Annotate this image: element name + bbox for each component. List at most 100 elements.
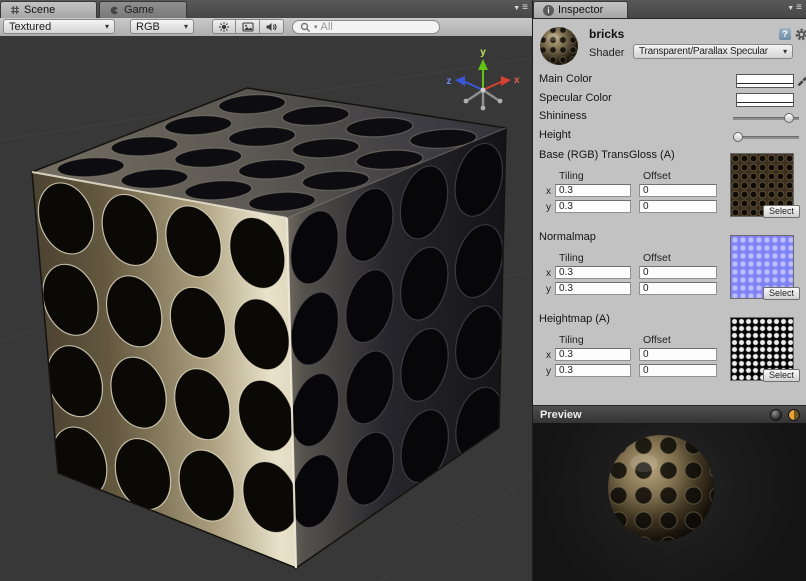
scene-canvas[interactable]: y x z <box>0 36 532 581</box>
height-offset-x-input[interactable] <box>639 348 717 361</box>
material-preview-area[interactable]: + <box>533 423 806 581</box>
gizmo-negative-axes[interactable] <box>468 90 498 106</box>
slider-track <box>733 136 799 139</box>
scene-lighting-toggle[interactable] <box>212 19 236 34</box>
offset-header: Offset <box>643 252 671 264</box>
search-icon <box>300 22 311 33</box>
gizmo-z-label[interactable]: z <box>447 76 452 87</box>
help-button[interactable]: ? <box>778 27 792 41</box>
gizmo-y-label[interactable]: y <box>480 47 486 58</box>
render-mode-value: RGB <box>136 21 160 33</box>
shininess-label: Shininess <box>539 110 587 123</box>
speaker-icon <box>265 21 278 33</box>
inspector-pane: i Inspector ▼ ≡ bricks <box>532 0 806 581</box>
game-icon <box>109 5 120 16</box>
scene-audio-toggle[interactable] <box>260 19 284 34</box>
chevron-down-icon: ▾ <box>777 47 787 56</box>
gizmo-z-axis[interactable] <box>463 81 483 90</box>
scene-grid-icon <box>10 5 20 15</box>
gizmo-x-label[interactable]: x <box>514 75 520 86</box>
normal-tiling-y-input[interactable] <box>555 282 631 295</box>
scene-toolbar: Textured ▾ RGB ▾ <box>0 18 532 37</box>
main-color-label: Main Color <box>539 73 592 86</box>
base-tiling-x-input[interactable] <box>555 184 631 197</box>
specular-color-label: Specular Color <box>539 92 612 105</box>
scene-overlay-toggle[interactable] <box>236 19 260 34</box>
tab-inspector-label: Inspector <box>558 4 603 16</box>
scene-pane-menu-icon[interactable]: ▼ ≡ <box>513 3 528 13</box>
settings-button[interactable] <box>794 27 806 41</box>
inspector-tabbar: i Inspector ▼ ≡ <box>533 0 806 19</box>
specular-color-swatch[interactable] <box>736 93 794 107</box>
scene-tabbar: Scene Game ▼ ≡ <box>0 0 532 19</box>
height-offset-y-input[interactable] <box>639 364 717 377</box>
eyedropper-button[interactable] <box>795 73 806 87</box>
tiling-header: Tiling <box>559 252 584 264</box>
orientation-gizmo[interactable]: y x z <box>447 47 521 110</box>
tab-game[interactable]: Game <box>99 1 187 18</box>
preview-sphere[interactable] <box>606 433 716 543</box>
normal-select-button[interactable]: Select <box>763 287 800 300</box>
offset-header: Offset <box>643 170 671 182</box>
offset-header: Offset <box>643 334 671 346</box>
preview-shape-toggle-icon[interactable] <box>770 409 782 421</box>
base-tiling-y-input[interactable] <box>555 200 631 213</box>
height-tiling-x-input[interactable] <box>555 348 631 361</box>
height-slider[interactable] <box>733 131 799 143</box>
preview-header-bar[interactable]: Preview <box>533 405 806 425</box>
render-mode-dropdown[interactable]: RGB ▾ <box>130 19 194 34</box>
tiling-header: Tiling <box>559 170 584 182</box>
help-icon: ? <box>779 28 791 40</box>
draw-mode-value: Textured <box>9 21 51 33</box>
shader-dropdown[interactable]: Transparent/Parallax Specular ▾ <box>633 44 793 59</box>
axis-y-label: y <box>546 284 551 295</box>
chevron-down-icon: ▾ <box>99 22 109 31</box>
material-preview-icon[interactable] <box>538 25 580 67</box>
axis-x-label: x <box>546 268 551 279</box>
preview-light-toggle-icon[interactable] <box>788 409 800 421</box>
tab-scene-label: Scene <box>24 4 55 16</box>
base-offset-y-input[interactable] <box>639 200 717 213</box>
axis-x-label: x <box>546 186 551 197</box>
inspector-pane-menu-icon[interactable]: ▼ ≡ <box>787 3 802 13</box>
texture-normal-label: Normalmap <box>539 231 596 244</box>
gear-icon <box>795 28 806 41</box>
normal-offset-y-input[interactable] <box>639 282 717 295</box>
menu-list-icon: ≡ <box>522 3 528 13</box>
shininess-slider[interactable] <box>733 112 799 124</box>
main-color-swatch[interactable] <box>736 74 794 88</box>
cube-mesh[interactable] <box>0 69 532 581</box>
menu-arrow-icon: ▼ <box>513 5 520 12</box>
shader-label: Shader <box>589 47 624 59</box>
base-select-button[interactable]: Select <box>763 205 800 218</box>
normal-tiling-x-input[interactable] <box>555 266 631 279</box>
material-name: bricks <box>589 27 624 41</box>
axis-y-label: y <box>546 202 551 213</box>
height-select-button[interactable]: Select <box>763 369 800 382</box>
height-tiling-y-input[interactable] <box>555 364 631 377</box>
tab-game-label: Game <box>124 4 154 16</box>
menu-list-icon: ≡ <box>796 3 802 13</box>
eyedropper-icon <box>796 74 806 86</box>
slider-thumb[interactable] <box>733 132 743 142</box>
scene-pane: Scene Game ▼ ≡ Textured ▾ RGB ▾ <box>0 0 532 581</box>
axis-y-label: y <box>546 366 551 377</box>
search-placeholder: All <box>321 21 333 33</box>
scene-viewport[interactable]: y x z <box>0 36 532 581</box>
texture-base-label: Base (RGB) TransGloss (A) <box>539 149 675 162</box>
base-offset-x-input[interactable] <box>639 184 717 197</box>
tab-inspector[interactable]: i Inspector <box>533 1 628 18</box>
normal-offset-x-input[interactable] <box>639 266 717 279</box>
gizmo-x-axis[interactable] <box>483 81 503 90</box>
axis-x-label: x <box>546 350 551 361</box>
sun-icon <box>218 21 230 33</box>
search-filter-arrow-icon[interactable]: ▾ <box>314 23 318 31</box>
preview-title: Preview <box>540 406 582 424</box>
tab-scene[interactable]: Scene <box>0 1 97 18</box>
draw-mode-dropdown[interactable]: Textured ▾ <box>3 19 115 34</box>
inspector-icon: i <box>543 5 554 16</box>
slider-thumb[interactable] <box>784 113 794 123</box>
scene-search-input[interactable]: ▾ All <box>292 20 440 34</box>
shader-value: Transparent/Parallax Specular <box>639 46 768 57</box>
tiling-header: Tiling <box>559 334 584 346</box>
